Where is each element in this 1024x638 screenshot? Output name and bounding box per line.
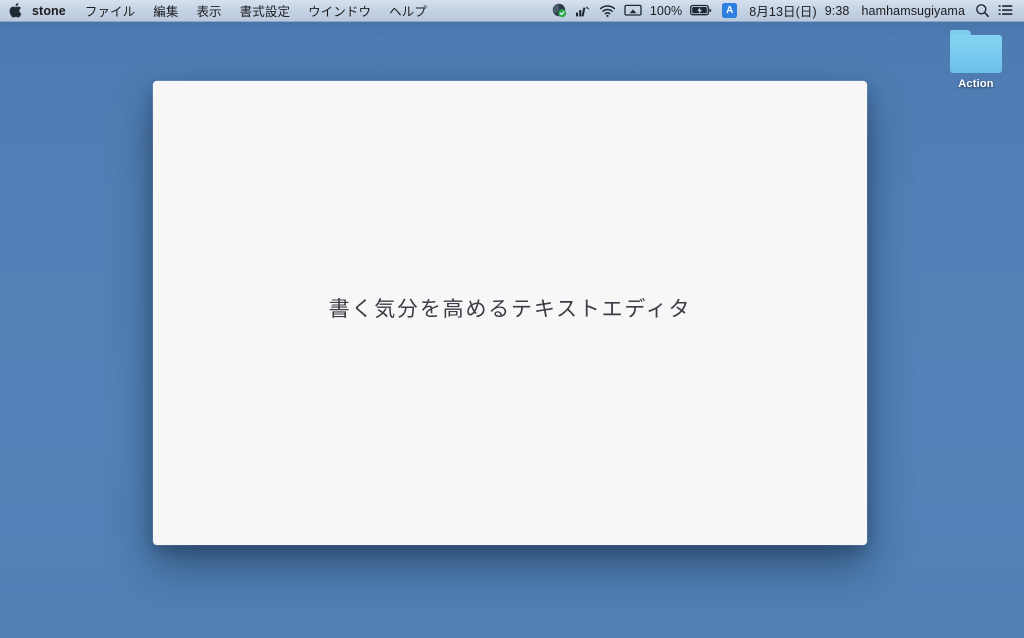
menu-format[interactable]: 書式設定 <box>231 0 299 21</box>
menu-file-label: ファイル <box>84 5 136 19</box>
menu-app-stone[interactable]: stone <box>26 0 76 21</box>
clock-time: 9:38 <box>824 3 850 18</box>
user-name-label: hamhamsugiyama <box>861 3 965 18</box>
menu-edit[interactable]: 編集 <box>144 0 187 21</box>
menu-app-stone-label: stone <box>32 3 66 18</box>
folder-icon <box>948 30 1004 75</box>
menu-view-label: 表示 <box>196 5 222 19</box>
menu-window-label: ウインドウ <box>308 5 372 19</box>
airplay-display-icon[interactable] <box>620 0 646 21</box>
wifi-icon[interactable] <box>595 0 620 21</box>
user-menu[interactable]: hamhamsugiyama <box>855 0 971 21</box>
signal-strength-icon[interactable] <box>571 0 595 21</box>
stone-editor-window[interactable]: 書く気分を高めるテキストエディタ <box>153 81 867 545</box>
menu-help[interactable]: ヘルプ <box>380 0 436 21</box>
notification-center-icon[interactable] <box>994 0 1017 21</box>
input-source-badge: A <box>722 3 738 18</box>
editor-document-text[interactable]: 書く気分を高めるテキストエディタ <box>329 292 692 328</box>
desktop[interactable]: stone ファイル 編集 表示 書式設定 ウインドウ ヘルプ 100% A 8… <box>0 0 1024 638</box>
menu-format-label: 書式設定 <box>239 5 291 19</box>
menu-file[interactable]: ファイル <box>76 0 144 21</box>
menu-edit-label: 編集 <box>153 5 179 19</box>
apple-logo-icon[interactable] <box>0 0 26 21</box>
battery-percent-label: 100% <box>646 0 686 21</box>
spotlight-search-icon[interactable] <box>971 0 994 21</box>
menu-bar-left: stone ファイル 編集 表示 書式設定 ウインドウ ヘルプ <box>0 0 436 21</box>
battery-charging-icon[interactable] <box>686 0 716 21</box>
menu-help-label: ヘルプ <box>389 5 427 19</box>
dropbox-globe-icon[interactable] <box>548 0 571 21</box>
menu-view[interactable]: 表示 <box>187 0 230 21</box>
menu-bar-clock[interactable]: 8月13日(日) 9:38 <box>743 0 855 21</box>
input-source-indicator[interactable]: A <box>716 0 743 21</box>
desktop-folder-action[interactable]: Action <box>944 30 1008 90</box>
menu-window[interactable]: ウインドウ <box>299 0 380 21</box>
desktop-folder-label: Action <box>958 78 994 90</box>
menu-bar-status-area: 100% A 8月13日(日) 9:38 hamhamsugiyama <box>548 0 1024 21</box>
menu-bar: stone ファイル 編集 表示 書式設定 ウインドウ ヘルプ 100% A 8… <box>0 0 1024 22</box>
battery-percent-text: 100% <box>649 3 683 18</box>
folder-body-shape <box>950 35 1002 73</box>
clock-date: 8月13日(日) <box>749 5 817 19</box>
